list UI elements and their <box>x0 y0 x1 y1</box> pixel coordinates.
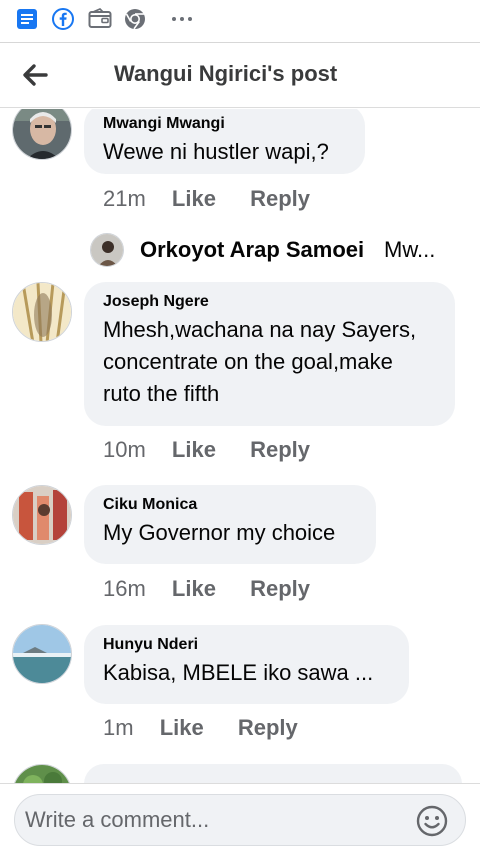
reply-snippet: Mw... <box>384 237 436 262</box>
reply-button[interactable]: Reply <box>250 186 310 212</box>
comment-actions: 16m Like Reply <box>103 576 310 606</box>
status-bar <box>0 0 480 42</box>
chrome-icon <box>124 8 146 30</box>
comment-text: Kabisa, MBELE iko sawa ... <box>103 660 374 685</box>
comment-text: Mhesh,wachana na nay Sayers, concentrate… <box>103 317 417 406</box>
more-dots-icon[interactable] <box>170 8 196 30</box>
wallet-icon <box>88 8 112 30</box>
comment-bubble[interactable]: Mwangi Mwangi Wewe ni hustler wapi,? <box>84 109 365 174</box>
comment-text: Wewe ni hustler wapi,? <box>103 139 329 164</box>
reply-button[interactable]: Reply <box>250 576 310 602</box>
comment-timestamp[interactable]: 1m <box>103 715 134 741</box>
facebook-icon <box>52 8 74 30</box>
like-button[interactable]: Like <box>160 715 204 741</box>
comment-author[interactable]: Ciku Monica <box>103 495 356 515</box>
comment-bubble[interactable]: Ciku Monica My Governor my choice <box>84 485 376 564</box>
reply-button[interactable]: Reply <box>250 437 310 463</box>
avatar[interactable] <box>90 233 124 267</box>
avatar[interactable] <box>12 485 72 545</box>
comment-author[interactable]: Hunyu Nderi <box>103 635 389 655</box>
comment-bubble[interactable]: Joseph Ngere Mhesh,wachana na nay Sayers… <box>84 282 455 426</box>
like-button[interactable]: Like <box>172 186 216 212</box>
reply-author[interactable]: Orkoyot Arap Samoei <box>140 237 364 263</box>
smiley-icon[interactable] <box>415 804 449 838</box>
comment-actions: 1m Like Reply <box>103 715 298 745</box>
comment-bubble[interactable]: Hunyu Nderi Kabisa, MBELE iko sawa ... <box>84 625 409 704</box>
comment-timestamp[interactable]: 21m <box>103 186 146 212</box>
avatar[interactable] <box>12 624 72 684</box>
comment-input[interactable] <box>25 805 405 835</box>
comment-timestamp[interactable]: 16m <box>103 576 146 602</box>
comment-text: My Governor my choice <box>103 520 336 545</box>
comment-timestamp[interactable]: 10m <box>103 437 146 463</box>
comment-actions: 21m Like Reply <box>103 186 310 216</box>
comment-author[interactable]: Joseph Ngere <box>103 292 435 312</box>
avatar[interactable] <box>12 282 72 342</box>
document-list-icon <box>16 8 38 30</box>
comment-author[interactable]: Mwangi Mwangi <box>103 114 345 134</box>
comment-actions: 10m Like Reply <box>103 437 310 467</box>
comment-composer[interactable] <box>14 794 466 846</box>
reply-button[interactable]: Reply <box>238 715 298 741</box>
avatar[interactable] <box>12 764 72 783</box>
page-title: Wangui Ngirici's post <box>114 61 338 86</box>
post-header: Wangui Ngirici's post <box>0 42 480 108</box>
like-button[interactable]: Like <box>172 576 216 602</box>
comment-composer-bar <box>0 783 480 854</box>
comments-list: Mwangi Mwangi Wewe ni hustler wapi,? 21m… <box>0 109 480 783</box>
comment-bubble[interactable] <box>84 764 462 783</box>
avatar[interactable] <box>12 109 72 160</box>
like-button[interactable]: Like <box>172 437 216 463</box>
back-arrow-icon[interactable] <box>18 57 54 93</box>
